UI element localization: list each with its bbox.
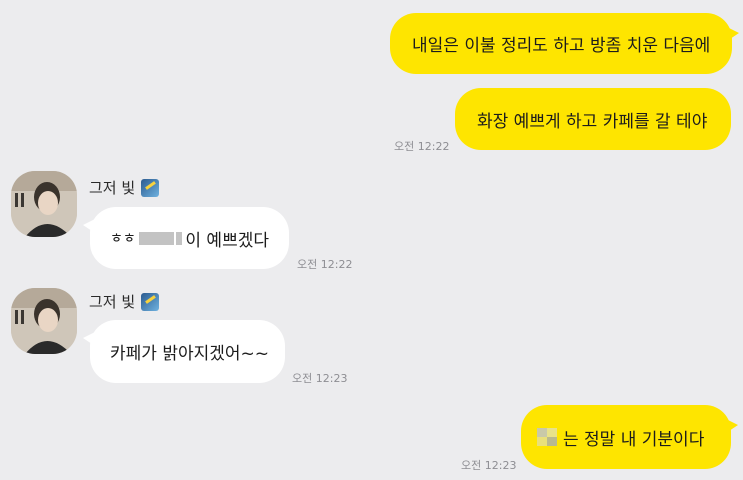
avatar[interactable] <box>11 171 77 237</box>
avatar-photo <box>11 288 77 354</box>
avatar-photo <box>11 171 77 237</box>
sender-name: 그저 빛 <box>89 291 160 312</box>
message-text: 는 정말 내 기분이다 <box>563 429 705 450</box>
message-timestamp: 오전 12:22 <box>297 258 353 271</box>
redacted-name <box>138 231 174 245</box>
my-message-bubble[interactable]: 는 정말 내 기분이다 <box>521 405 738 469</box>
message-timestamp: 오전 12:22 <box>394 140 450 153</box>
chat-area: 내일은 이불 정리도 하고 방좀 치운 다음에 오전 12:22 화장 예쁘게 … <box>0 0 743 480</box>
verified-badge-icon <box>141 178 160 197</box>
my-message-bubble[interactable]: 내일은 이불 정리도 하고 방좀 치운 다음에 <box>390 13 739 74</box>
my-message-bubble[interactable]: 화장 예쁘게 하고 카페를 갈 테야 <box>455 88 731 150</box>
sender-name: 그저 빛 <box>89 177 160 198</box>
message-text: 내일은 이불 정리도 하고 방좀 치운 다음에 <box>412 36 711 56</box>
their-message-bubble[interactable]: 카페가 밝아지겠어~~ <box>83 320 285 383</box>
message-timestamp: 오전 12:23 <box>292 372 348 385</box>
message-prefix: ㅎㅎ <box>110 231 136 247</box>
message-timestamp: 오전 12:23 <box>461 459 517 472</box>
message-text: 이 예쁘겠다 <box>185 230 269 251</box>
message-text: 화장 예쁘게 하고 카페를 갈 테야 <box>477 111 708 132</box>
message-text: 카페가 밝아지겠어~~ <box>110 344 270 364</box>
redacted-name <box>537 428 557 446</box>
redacted-name <box>175 231 183 245</box>
verified-badge-icon <box>141 292 160 311</box>
avatar[interactable] <box>11 288 77 354</box>
their-message-bubble[interactable]: ㅎㅎ 이 예쁘겠다 <box>83 207 289 269</box>
